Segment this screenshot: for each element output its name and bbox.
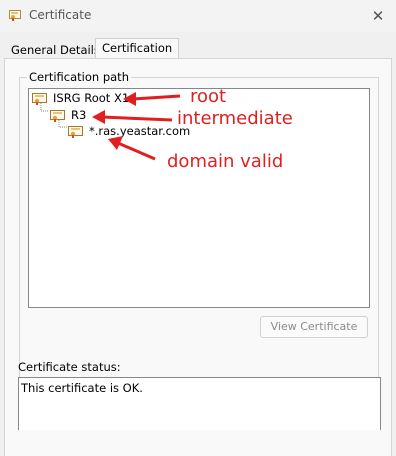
window-title: Certificate xyxy=(29,8,92,22)
title-bar: Certificate ✕ xyxy=(0,0,396,32)
annotation-domain-valid: domain valid xyxy=(167,151,284,172)
certificate-status-label: Certificate status: xyxy=(18,360,121,374)
certificate-status-box[interactable]: This certificate is OK. xyxy=(18,377,381,430)
tree-node-label: *.ras.yeastar.com xyxy=(89,124,191,138)
certificate-icon xyxy=(50,110,65,122)
certification-path-label: Certification path xyxy=(27,70,131,84)
tree-node-label: ISRG Root X1 xyxy=(53,91,130,105)
tab-certification-path[interactable]: Certification Path xyxy=(95,38,180,74)
view-certificate-button[interactable]: View Certificate xyxy=(260,316,368,338)
close-button[interactable]: ✕ xyxy=(366,4,390,28)
certificate-icon xyxy=(32,93,47,105)
tree-node-label: R3 xyxy=(71,108,87,122)
annotation-intermediate: intermediate xyxy=(177,108,293,129)
certificate-icon xyxy=(9,10,21,21)
annotation-root: root xyxy=(190,86,227,107)
certificate-status-text: This certificate is OK. xyxy=(21,381,143,395)
certificate-icon xyxy=(68,126,83,138)
tab-general[interactable]: General xyxy=(8,42,59,58)
close-icon: ✕ xyxy=(371,7,385,25)
